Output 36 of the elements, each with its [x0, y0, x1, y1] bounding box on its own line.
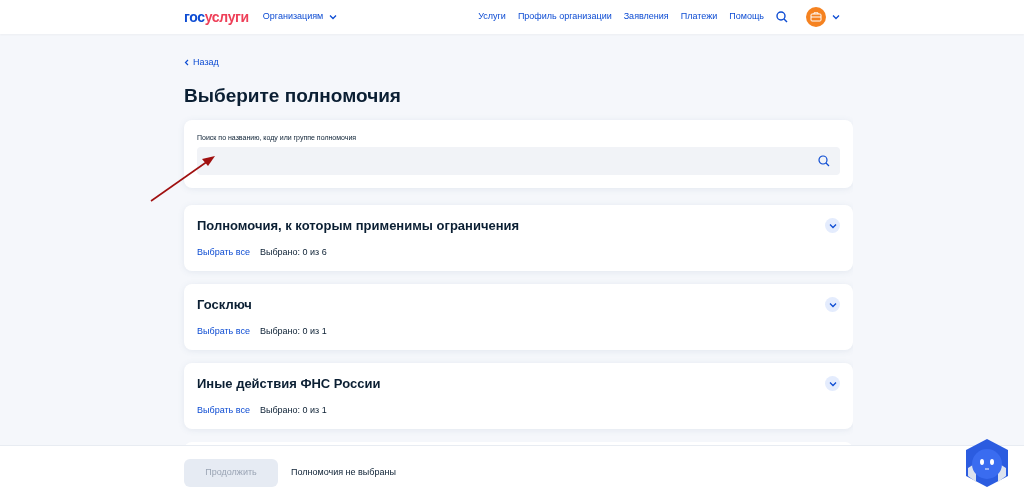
- account-button[interactable]: [806, 7, 840, 27]
- select-all-link[interactable]: Выбрать все: [197, 245, 250, 259]
- briefcase-icon: [806, 7, 826, 27]
- search-field[interactable]: [197, 147, 840, 175]
- selected-count: Выбрано: 0 из 1: [259, 403, 327, 417]
- group-title: Полномочия, к которым применимы ограничения: [197, 217, 520, 235]
- logo[interactable]: госуслуги: [184, 6, 249, 28]
- expand-button[interactable]: [825, 297, 840, 313]
- back-link[interactable]: Назад: [184, 56, 219, 70]
- select-all-link[interactable]: Выбрать все: [197, 324, 250, 338]
- group-title: Иные действия ФНС России: [197, 375, 381, 393]
- continue-button: Продолжить: [184, 458, 278, 487]
- select-all-link[interactable]: Выбрать все: [197, 403, 250, 417]
- arrow-annotation: [150, 155, 216, 202]
- selected-count: Выбрано: 0 из 1: [259, 324, 327, 338]
- nav-link[interactable]: Платежи: [680, 10, 718, 24]
- search-icon[interactable]: [818, 155, 830, 167]
- nav-link[interactable]: Заявления: [623, 10, 669, 24]
- chevron-down-icon: [828, 380, 837, 387]
- nav-link[interactable]: Помощь: [729, 10, 764, 24]
- group-title: Госключ: [197, 296, 252, 314]
- page-title: Выберите полномочия: [184, 83, 402, 108]
- chevron-left-icon: [184, 59, 189, 67]
- chevron-down-icon: [832, 14, 840, 20]
- chevron-down-icon: [828, 222, 837, 229]
- search-icon[interactable]: [776, 11, 788, 23]
- nav-link[interactable]: Профиль организации: [517, 10, 612, 24]
- chevron-down-icon: [329, 14, 338, 20]
- chevron-down-icon: [828, 301, 837, 308]
- expand-button[interactable]: [825, 376, 840, 392]
- selected-count: Выбрано: 0 из 6: [259, 245, 327, 259]
- status-text: Полномочия не выбраны: [291, 465, 396, 479]
- assistant-robot-icon[interactable]: [964, 438, 1010, 488]
- nav-link[interactable]: Услуги: [478, 10, 506, 24]
- organizations-menu[interactable]: Организациям: [262, 10, 338, 24]
- expand-button[interactable]: [825, 218, 840, 234]
